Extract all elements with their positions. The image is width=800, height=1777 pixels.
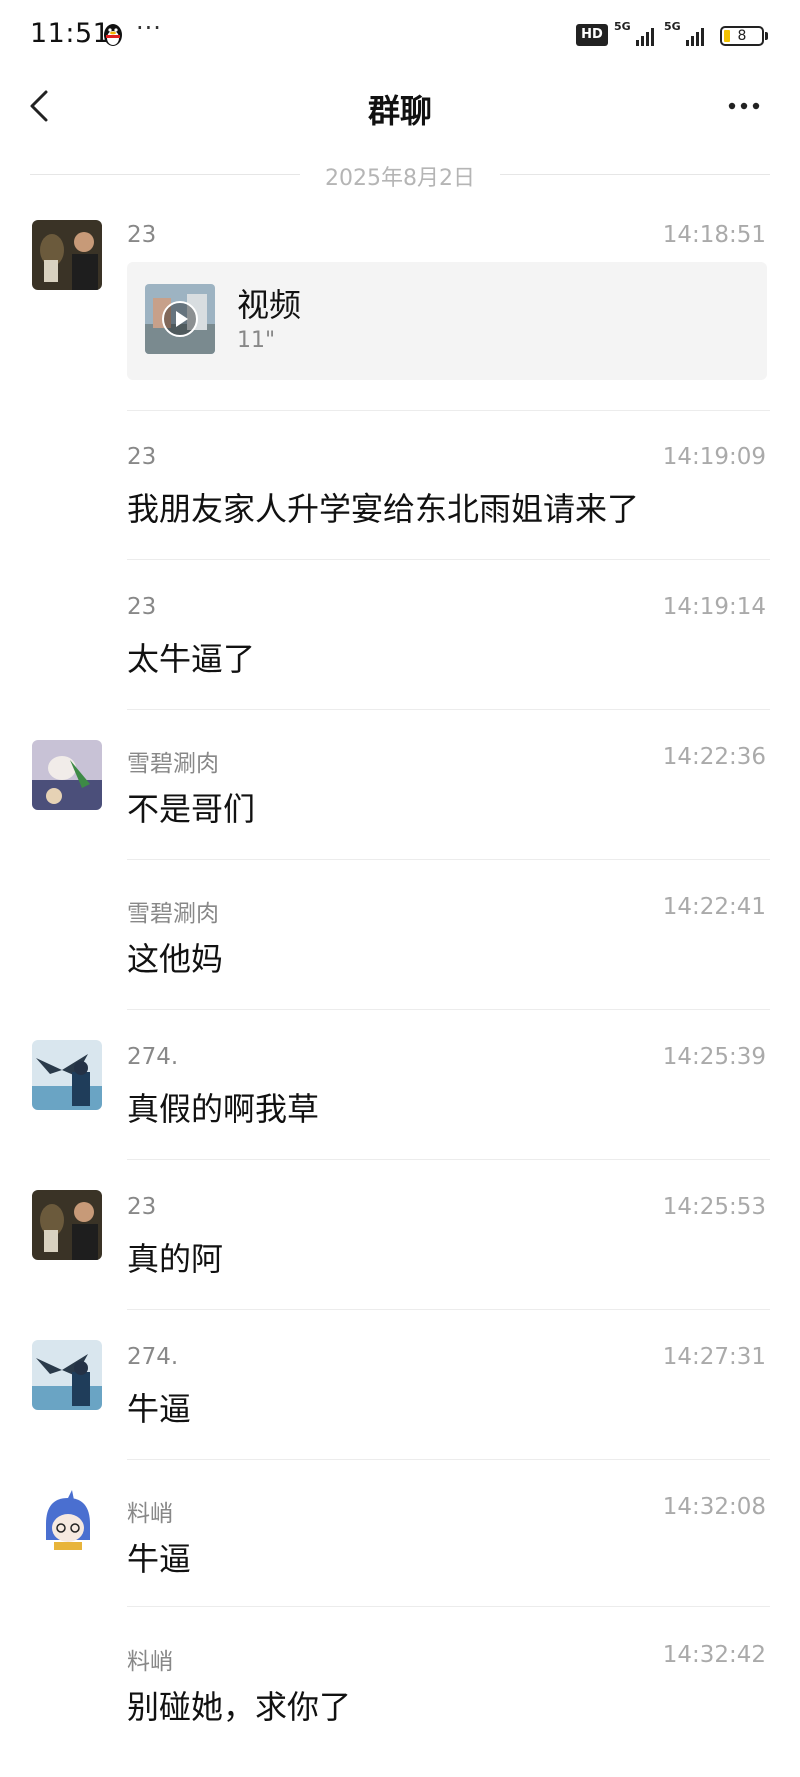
row-divider (127, 559, 770, 560)
message-text: 我朋友家人升学宴给东北雨姐请来了 (127, 490, 640, 528)
message-time: 14:22:41 (662, 894, 766, 920)
row-divider (127, 709, 770, 710)
avatar-274[interactable] (32, 1040, 102, 1110)
video-thumbnail (145, 284, 215, 354)
sender-name: 23 (127, 1194, 157, 1220)
row-divider (127, 1606, 770, 1607)
row-divider (127, 1009, 770, 1010)
sender-name: 料峭 (127, 1649, 173, 1675)
avatar-liaoqiao[interactable] (32, 1490, 102, 1560)
more-options-button[interactable] (718, 84, 770, 128)
message-text: 不是哥们 (127, 790, 256, 828)
message-time: 14:32:42 (662, 1642, 766, 1668)
date-divider: 2025年8月2日 (30, 160, 770, 191)
network-type-label-2: 5G (664, 20, 681, 33)
video-duration: 11" (237, 328, 276, 353)
signal-strength-icon: 5G (614, 20, 654, 48)
message-time: 14:32:08 (662, 1494, 766, 1520)
row-divider (127, 1459, 770, 1460)
network-type-label: 5G (614, 20, 631, 33)
row-divider (127, 1309, 770, 1310)
avatar-274[interactable] (32, 1340, 102, 1410)
avatar-xuebi[interactable] (32, 740, 102, 810)
message-time: 14:27:31 (662, 1344, 766, 1370)
page-title: 群聊 (367, 92, 432, 130)
battery-icon: 8 (720, 26, 764, 46)
sender-name: 23 (127, 222, 157, 248)
row-divider (127, 410, 770, 411)
sender-name: 23 (127, 594, 157, 620)
video-label: 视频 (237, 286, 302, 324)
battery-level: 8 (737, 28, 747, 44)
sender-name: 274. (127, 1044, 179, 1070)
avatar-23[interactable] (32, 220, 102, 290)
signal-strength-icon-2: 5G (664, 20, 704, 48)
message-text: 牛逼 (127, 1390, 192, 1428)
avatar-23[interactable] (32, 1190, 102, 1260)
message-time: 14:18:51 (662, 222, 766, 248)
message-time: 14:25:39 (662, 1044, 766, 1070)
battery-cap (765, 32, 768, 40)
sender-name: 23 (127, 444, 157, 470)
message-text: 牛逼 (127, 1540, 192, 1578)
sender-name: 料峭 (127, 1501, 173, 1527)
nav-bar: 群聊 (0, 72, 800, 142)
date-label: 2025年8月2日 (325, 166, 475, 191)
message-text: 太牛逼了 (127, 640, 256, 678)
sender-name: 雪碧涮肉 (127, 901, 219, 927)
message-text: 真假的啊我草 (127, 1090, 320, 1128)
message-time: 14:19:09 (662, 444, 766, 470)
sender-name: 雪碧涮肉 (127, 751, 219, 777)
sender-name: 274. (127, 1344, 179, 1370)
message-text: 这他妈 (127, 940, 224, 978)
back-button[interactable] (22, 82, 62, 130)
video-message-card[interactable]: 视频 11" (127, 262, 767, 380)
message-text: 别碰她，求你了 (127, 1688, 352, 1726)
play-icon (162, 301, 198, 337)
message-time: 14:19:14 (662, 594, 766, 620)
row-divider (127, 859, 770, 860)
hd-voice-badge: HD (576, 24, 608, 46)
qq-penguin-icon (104, 24, 122, 46)
status-more-dots: ··· (136, 14, 162, 42)
row-divider (127, 1159, 770, 1160)
status-bar: 11:51 ··· HD 5G 5G 8 (0, 0, 800, 72)
status-time: 11:51 (30, 18, 111, 49)
message-time: 14:22:36 (662, 744, 766, 770)
message-time: 14:25:53 (662, 1194, 766, 1220)
message-text: 真的阿 (127, 1240, 224, 1278)
